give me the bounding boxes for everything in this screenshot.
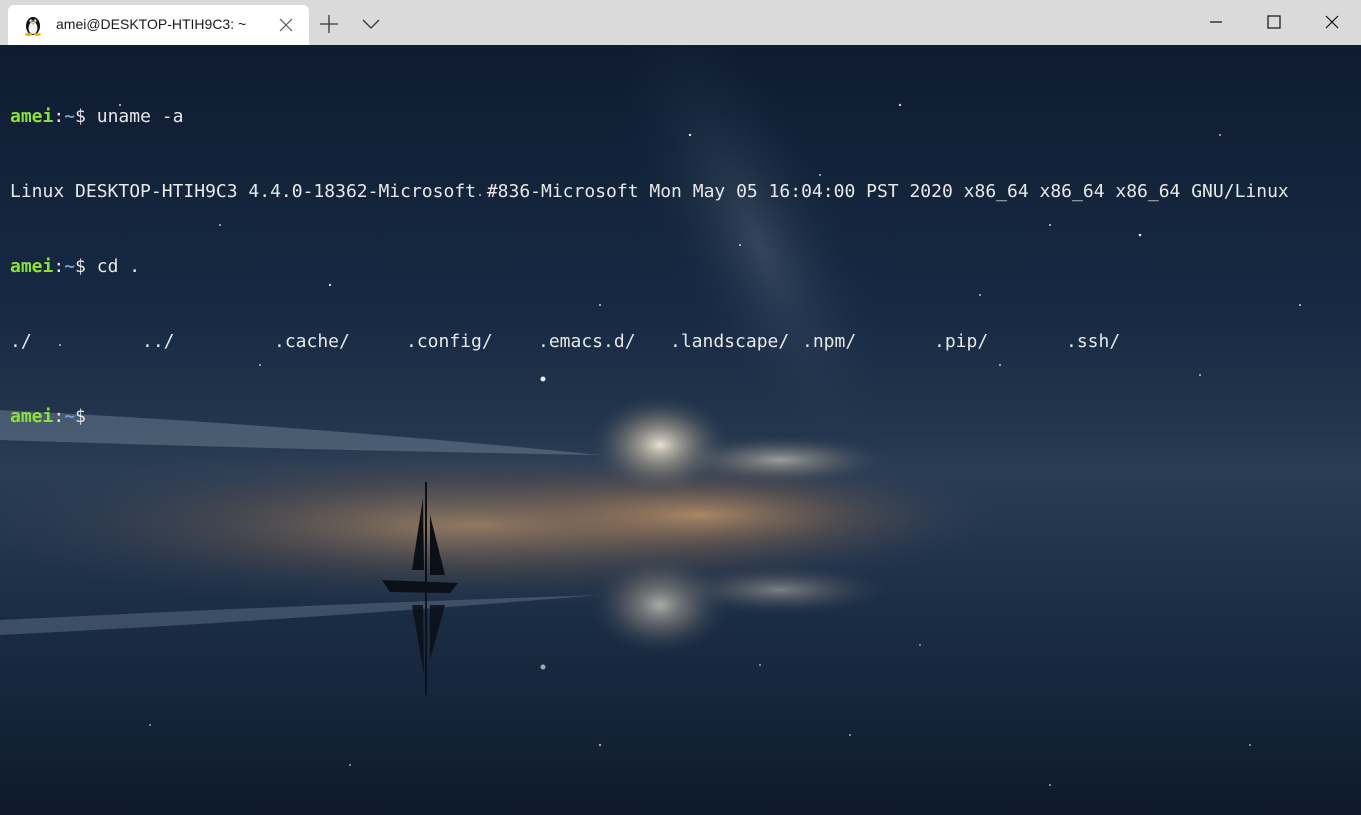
prompt-symbol: $ [75,256,97,277]
tab-title: amei@DESKTOP-HTIH9C3: ~ [56,16,247,32]
command-text: cd . [96,256,141,277]
terminal-pane[interactable]: amei:~$ uname -a Linux DESKTOP-HTIH9C3 4… [0,45,1361,815]
terminal-tab[interactable]: amei@DESKTOP-HTIH9C3: ~ [8,5,309,45]
prompt-separator: : [53,406,65,427]
prompt-separator: : [53,106,65,127]
maximize-button[interactable] [1245,0,1303,45]
prompt-path: ~ [64,256,76,277]
output-line: Linux DESKTOP-HTIH9C3 4.4.0-18362-Micros… [10,181,1289,202]
dir-entry: .ssh/ [1066,331,1121,352]
prompt-user: amei [10,406,54,427]
prompt-separator: : [53,256,65,277]
command-line: amei:~$ uname -a [10,104,1289,129]
command-text: uname -a [96,106,184,127]
dir-entry: .landscape/ [670,331,790,352]
new-tab-plus-icon[interactable] [316,11,342,37]
command-line: amei:~$ cd . [10,254,1289,279]
dir-entry: .npm/ [802,331,857,352]
prompt-symbol: $ [75,106,97,127]
minimize-button[interactable] [1187,0,1245,45]
directory-listing: ./ ../ .cache/ .config/ .emacs.d/ .lands… [10,329,1289,354]
prompt-user: amei [10,106,54,127]
prompt-user: amei [10,256,54,277]
maximize-icon [1267,15,1281,29]
minimize-icon [1210,21,1222,23]
close-window-button[interactable] [1303,0,1361,45]
prompt-symbol: $ [75,406,86,427]
linux-penguin-icon [25,17,41,36]
dir-entry: .config/ [406,331,493,352]
dir-entry: .cache/ [274,331,350,352]
close-tab-icon[interactable] [278,17,294,33]
dir-entry: ../ [142,331,175,352]
dir-entry: ./ [10,331,32,352]
prompt-path: ~ [64,406,76,427]
chevron-down-icon[interactable] [358,14,384,34]
dir-entry: .pip/ [934,331,989,352]
title-bar: amei@DESKTOP-HTIH9C3: ~ [0,0,1361,45]
terminal-output[interactable]: amei:~$ uname -a Linux DESKTOP-HTIH9C3 4… [10,54,1289,479]
close-icon [1325,15,1339,29]
command-line: amei:~$ [10,404,1289,429]
dir-entry: .emacs.d/ [538,331,636,352]
prompt-path: ~ [64,106,76,127]
